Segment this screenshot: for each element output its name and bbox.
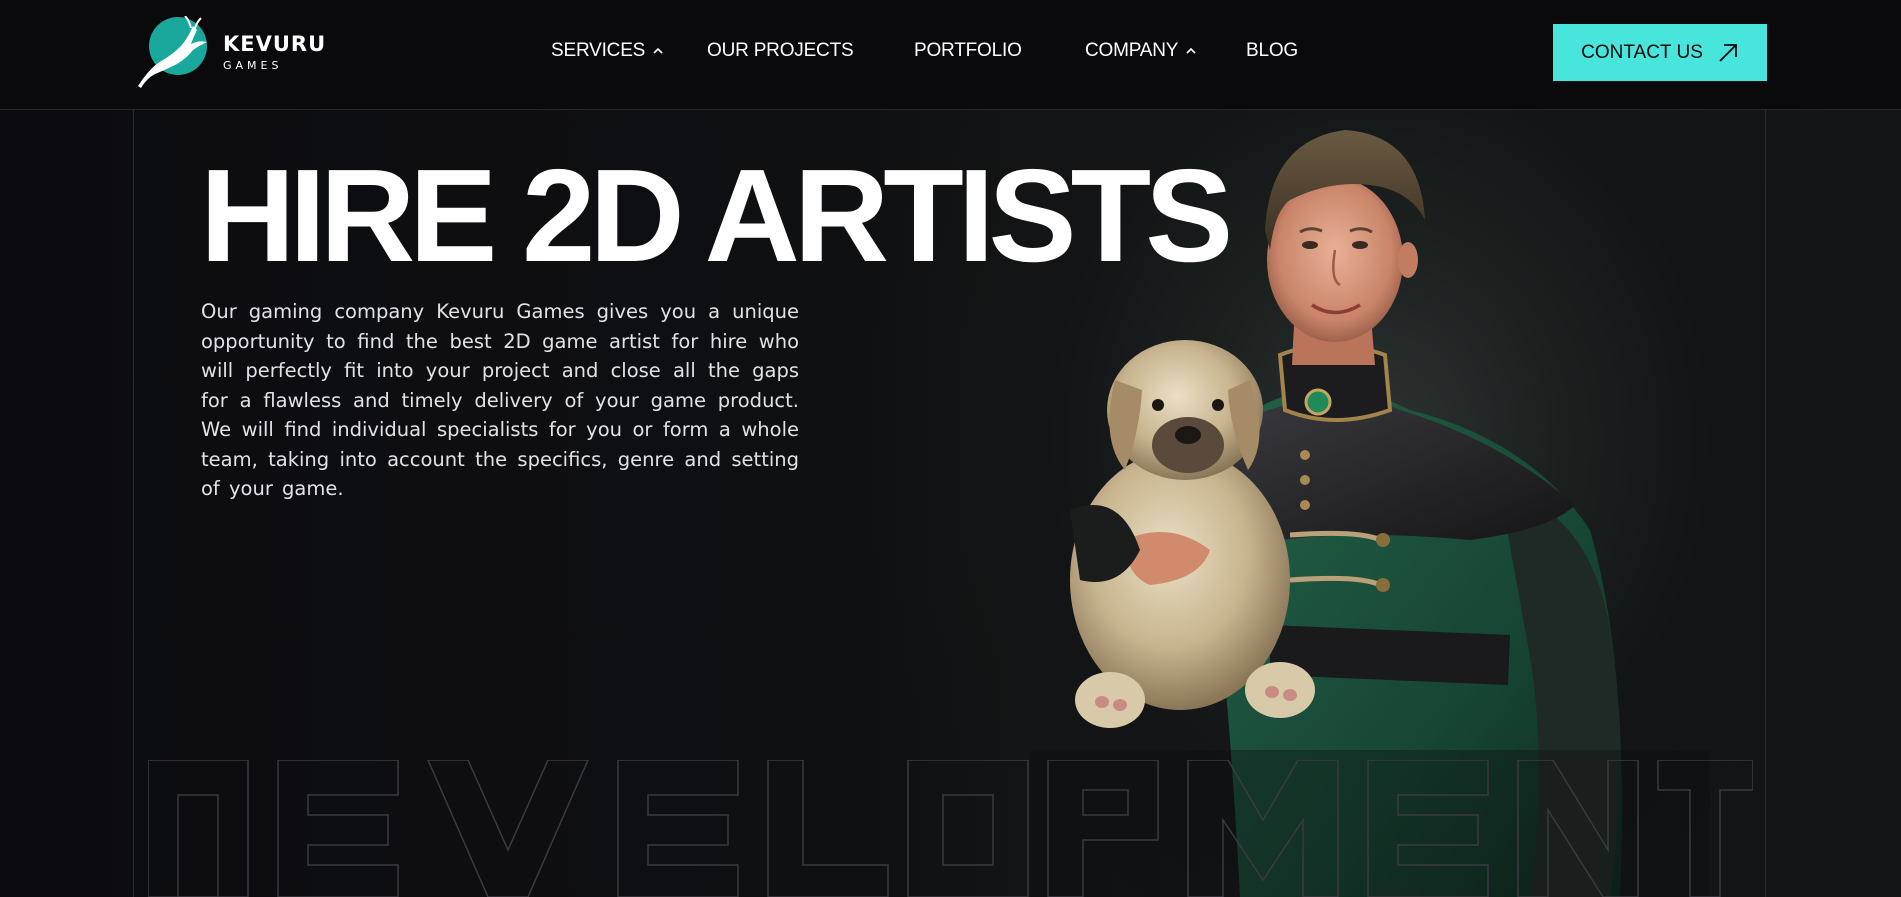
nav-our-projects-label: OUR PROJECTS: [707, 40, 854, 61]
chevron-up-icon: [1186, 47, 1196, 54]
nav-services-label: SERVICES: [551, 40, 646, 61]
frame-divider-right: [1765, 110, 1766, 897]
nav-services[interactable]: SERVICES: [551, 40, 663, 62]
chevron-up-icon: [653, 47, 663, 54]
frame-divider-left: [133, 110, 134, 897]
site-header: KEVURU GAMES SERVICES OUR PROJECTS PORTF…: [0, 0, 1901, 110]
hero-description: Our gaming company Kevuru Games gives yo…: [201, 300, 799, 500]
arrow-up-right-icon: [1719, 43, 1737, 62]
nav-our-projects[interactable]: OUR PROJECTS: [707, 40, 854, 62]
contact-us-label: CONTACT US: [1581, 41, 1703, 63]
page: KEVURU GAMES SERVICES OUR PROJECTS PORTF…: [0, 0, 1901, 897]
nav-company[interactable]: COMPANY: [1085, 40, 1196, 62]
nav-blog[interactable]: BLOG: [1246, 40, 1298, 62]
hero-title: HIRE 2D ARTISTS: [200, 142, 1233, 289]
contact-us-button[interactable]: CONTACT US: [1553, 24, 1767, 81]
nav-portfolio-label: PORTFOLIO: [914, 40, 1022, 61]
watermark-development: [148, 760, 1753, 897]
nav-company-label: COMPANY: [1085, 40, 1179, 61]
nav-blog-label: BLOG: [1246, 40, 1298, 61]
nav-portfolio[interactable]: PORTFOLIO: [914, 40, 1022, 62]
